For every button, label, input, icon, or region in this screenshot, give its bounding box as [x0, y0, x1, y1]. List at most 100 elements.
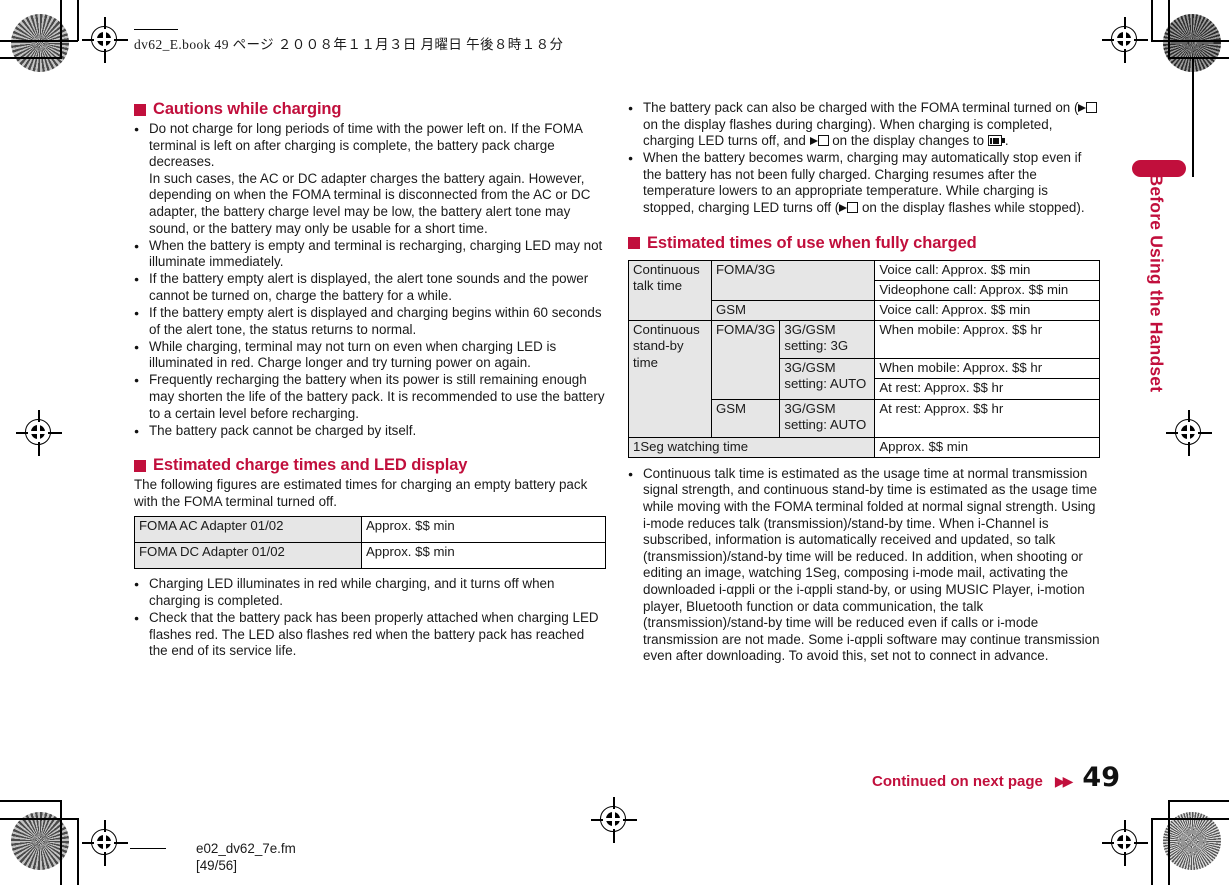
cell-foma-3g: FOMA/3G: [710, 320, 781, 400]
led-notes-bullet-list: Charging LED illuminates in red while ch…: [134, 576, 606, 659]
table-row: FOMA AC Adapter 01/02 Approx. $$ min: [134, 516, 606, 544]
crop-line-bottom-left-v: [60, 800, 62, 885]
footer-file-name: e02_dv62_7e.fm: [196, 841, 296, 856]
estimated-use-table: Continuous talk time FOMA/3G Voice call:…: [627, 259, 1100, 458]
section-square-icon: [628, 237, 640, 250]
cell-1seg-watching-time: 1Seg watching time: [627, 436, 876, 458]
table-row: Continuous stand-by time FOMA/3G 3G/GSM …: [628, 320, 1100, 438]
crop-line-bottom-left2-h: [0, 818, 78, 820]
row-value: Approx. $$ min: [361, 542, 606, 570]
cautions-bullet-list: Do not charge for long periods of time w…: [134, 121, 606, 439]
list-item: The battery pack cannot be charged by it…: [134, 423, 606, 440]
text-part: on the display changes to: [828, 133, 988, 149]
left-column: Cautions while charging Do not charge fo…: [134, 100, 606, 660]
crop-line-bottom-right2-v: [1151, 818, 1153, 885]
crop-line-top-right2-h: [1151, 40, 1229, 42]
right-top-bullet-list: The battery pack can also be charged wit…: [628, 100, 1100, 217]
crop-line-bottom-right2-h: [1151, 818, 1229, 820]
crop-line-bottom-right-v: [1168, 800, 1170, 885]
cell-setting-auto: 3G/GSM setting: AUTO: [779, 398, 876, 438]
registration-mark-bottom-right: [1102, 820, 1148, 866]
registration-mark-top-center: [591, 797, 637, 843]
continued-bar: Continued on next page ▶▶ 49: [628, 762, 1120, 793]
cell-value: At rest: Approx. $$ hr: [874, 378, 1100, 400]
list-item-charge-while-on: The battery pack can also be charged wit…: [628, 100, 1100, 150]
usage-note-list: Continuous talk time is estimated as the…: [628, 466, 1100, 665]
crop-line-top-left2-v: [77, 0, 79, 41]
text-part: on the display flashes while stopped).: [858, 200, 1085, 216]
footer-rule: [130, 848, 166, 850]
cell-value: Videophone call: Approx. $$ min: [874, 279, 1100, 302]
crop-line-bottom-left2-v: [77, 818, 79, 885]
cell-value: Voice call: Approx. $$ min: [874, 259, 1100, 281]
side-tab-label: Before Using the Handset: [1146, 173, 1167, 393]
cell-foma-3g: FOMA/3G: [710, 259, 876, 302]
cell-continuous-talk-time: Continuous talk time: [628, 259, 712, 322]
text-part: on the display flashes during charging).: [643, 116, 876, 132]
page-number: 49: [1082, 762, 1120, 793]
registration-mark-left-middle: [16, 410, 62, 456]
registration-starburst-bottom-right: [1163, 812, 1221, 870]
row-label: FOMA DC Adapter 01/02: [134, 542, 362, 570]
list-item: If the battery empty alert is displayed …: [134, 305, 606, 338]
chapter-side-tab: Before Using the Handset: [1132, 160, 1186, 630]
crop-line-top-left-v: [60, 0, 62, 58]
footer-page-range: [49/56]: [196, 858, 237, 873]
list-item: Charging LED illuminates in red while ch…: [134, 576, 606, 609]
section-square-icon: [134, 459, 146, 472]
heading-estimated-charge-times: Estimated charge times and LED display: [134, 456, 606, 475]
heading-text: Cautions while charging: [153, 100, 342, 118]
table-row: FOMA DC Adapter 01/02 Approx. $$ min: [134, 542, 606, 570]
book-header: dv62_E.book 49 ページ ２００８年１１月３日 月曜日 午後８時１８…: [134, 29, 564, 53]
row-value: Approx. $$ min: [361, 516, 606, 544]
list-item: Do not charge for long periods of time w…: [134, 121, 606, 237]
cell-setting-3g: 3G/GSM setting: 3G: [779, 320, 876, 360]
right-column: The battery pack can also be charged wit…: [627, 100, 1100, 666]
page-footer: e02_dv62_7e.fm [49/56]: [130, 840, 296, 874]
heading-cautions-while-charging: Cautions while charging: [134, 100, 606, 119]
crop-line-bottom-left-h: [0, 800, 62, 802]
charging-battery-icon: [809, 135, 829, 147]
cell-continuous-standby-time: Continuous stand-by time: [628, 320, 712, 438]
cell-value: When mobile: Approx. $$ hr: [874, 358, 1100, 380]
charge-times-table: FOMA AC Adapter 01/02 Approx. $$ min FOM…: [134, 516, 606, 570]
list-item: If the battery empty alert is displayed,…: [134, 271, 606, 304]
list-item-usage-note: Continuous talk time is estimated as the…: [628, 466, 1100, 665]
book-header-text: dv62_E.book 49 ページ ２００８年１１月３日 月曜日 午後８時１８…: [134, 37, 564, 52]
list-item: When the battery is empty and terminal i…: [134, 238, 606, 271]
charging-battery-icon: [1078, 102, 1098, 114]
registration-mark-top-right: [1102, 17, 1148, 63]
crop-line-top-right-v: [1168, 0, 1170, 58]
cell-gsm: GSM: [710, 398, 781, 438]
cell-setting-auto: 3G/GSM setting: AUTO: [779, 358, 876, 400]
cell-value: At rest: Approx. $$ hr: [874, 398, 1100, 438]
text-part: The battery pack can also be charged wit…: [643, 100, 1079, 115]
double-arrow-right-icon: ▶▶: [1054, 773, 1073, 789]
charge-times-intro: The following figures are estimated time…: [134, 477, 588, 509]
registration-mark-top-left: [82, 17, 128, 63]
list-item: Check that the battery pack has been pro…: [134, 610, 606, 660]
heading-text: Estimated times of use when fully charge…: [647, 233, 977, 252]
book-header-rule: [134, 29, 178, 31]
table-row: 1Seg watching time Approx. $$ min: [627, 436, 1100, 458]
crop-line-top-right-h: [1168, 57, 1229, 59]
continued-label: Continued on next page: [872, 773, 1043, 790]
list-item-battery-warm: When the battery becomes warm, charging …: [628, 150, 1100, 216]
cell-value: When mobile: Approx. $$ hr: [874, 320, 1100, 360]
crop-line-top-left-h: [0, 57, 62, 59]
crop-line-top-right2-v: [1151, 0, 1153, 41]
table-row: Continuous talk time FOMA/3G Voice call:…: [628, 259, 1100, 322]
cell-gsm: GSM: [710, 300, 876, 322]
cell-value: Approx. $$ min: [874, 436, 1100, 458]
cell-value: Voice call: Approx. $$ min: [874, 300, 1100, 322]
crop-line-top-left2-h: [0, 40, 78, 42]
text-part: .: [1004, 133, 1009, 149]
heading-text: Estimated charge times and LED display: [153, 456, 468, 475]
list-item: Frequently recharging the battery when i…: [134, 372, 606, 422]
crop-line-bottom-right-h: [1168, 800, 1229, 802]
crop-line-side-right-long: [1192, 57, 1194, 177]
section-square-icon: [134, 103, 146, 116]
full-battery-icon: [987, 135, 1005, 147]
list-item: While charging, terminal may not turn on…: [134, 339, 606, 372]
registration-mark-bottom-left: [82, 820, 128, 866]
